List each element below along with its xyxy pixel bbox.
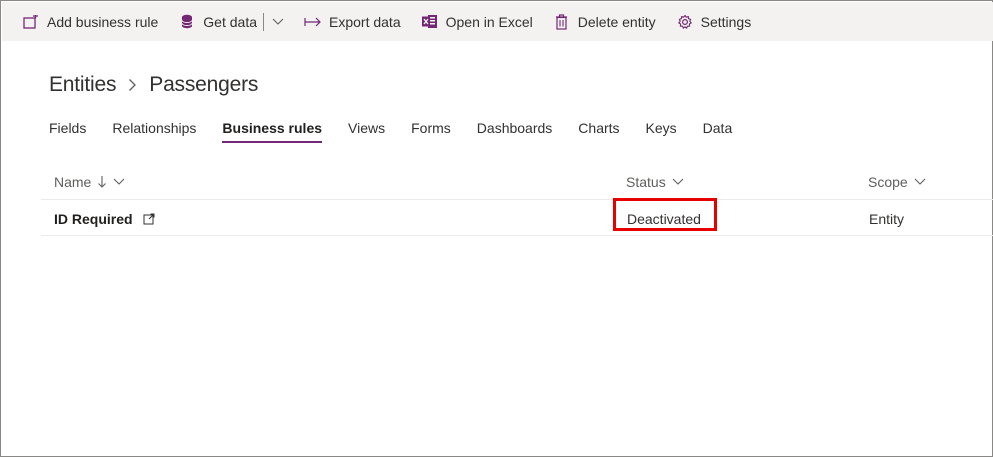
column-header-name[interactable]: Name (54, 174, 125, 190)
table-row[interactable]: ID Required Deactivated Entity (41, 198, 993, 236)
settings-button[interactable]: Settings (676, 13, 752, 31)
status-cell: Deactivated (627, 211, 701, 227)
column-header-status[interactable]: Status (626, 174, 684, 190)
tab-forms[interactable]: Forms (411, 120, 451, 143)
page-title: Passengers (149, 73, 259, 96)
delete-entity-button[interactable]: Delete entity (553, 13, 656, 31)
chevron-down-icon (914, 178, 926, 186)
excel-icon (421, 13, 439, 31)
get-data-label: Get data (203, 13, 257, 30)
command-bar: Add business rule Get data Export data O… (2, 2, 993, 41)
export-data-button[interactable]: Export data (304, 13, 401, 31)
add-business-rule-button[interactable]: Add business rule (22, 13, 158, 31)
chevron-down-icon (113, 178, 125, 186)
open-in-excel-button[interactable]: Open in Excel (421, 13, 533, 31)
business-rule-name: ID Required (54, 211, 133, 227)
tab-business-rules[interactable]: Business rules (222, 120, 323, 143)
chevron-down-icon (672, 178, 684, 186)
open-external-icon[interactable] (143, 213, 155, 225)
add-rule-icon (22, 13, 40, 31)
sort-down-arrow-icon (97, 175, 107, 189)
delete-entity-label: Delete entity (577, 13, 656, 30)
gear-icon (676, 13, 694, 31)
column-header-status-label: Status (626, 174, 666, 190)
column-header-name-label: Name (54, 174, 92, 190)
scope-cell: Entity (869, 211, 905, 227)
tab-charts[interactable]: Charts (578, 120, 619, 143)
column-header-scope-label: Scope (868, 174, 908, 190)
tab-keys[interactable]: Keys (646, 120, 677, 143)
chevron-right-icon (128, 78, 137, 92)
breadcrumb: Entities Passengers (49, 73, 258, 97)
get-data-dropdown-chevron-icon[interactable] (272, 18, 284, 26)
column-header-scope[interactable]: Scope (868, 174, 926, 190)
business-rule-name-link[interactable]: ID Required (54, 211, 155, 227)
trash-icon (553, 13, 571, 31)
export-data-label: Export data (329, 13, 401, 30)
get-data-button[interactable]: Get data (178, 13, 257, 31)
breadcrumb-entities-link[interactable]: Entities (49, 73, 116, 97)
entity-tabs: Fields Relationships Business rules View… (49, 120, 758, 143)
open-in-excel-label: Open in Excel (445, 13, 533, 30)
database-icon (178, 13, 196, 31)
settings-label: Settings (700, 13, 752, 30)
tab-views[interactable]: Views (348, 120, 385, 143)
tab-dashboards[interactable]: Dashboards (477, 120, 553, 143)
tab-relationships[interactable]: Relationships (112, 120, 196, 143)
tab-fields[interactable]: Fields (49, 120, 86, 143)
app-frame: Add business rule Get data Export data O… (0, 0, 993, 457)
export-arrow-icon (304, 13, 322, 31)
tab-data[interactable]: Data (703, 120, 733, 143)
table-header: Name Status Scope (41, 163, 993, 200)
toolbar-divider (263, 12, 264, 31)
add-business-rule-label: Add business rule (47, 13, 159, 30)
